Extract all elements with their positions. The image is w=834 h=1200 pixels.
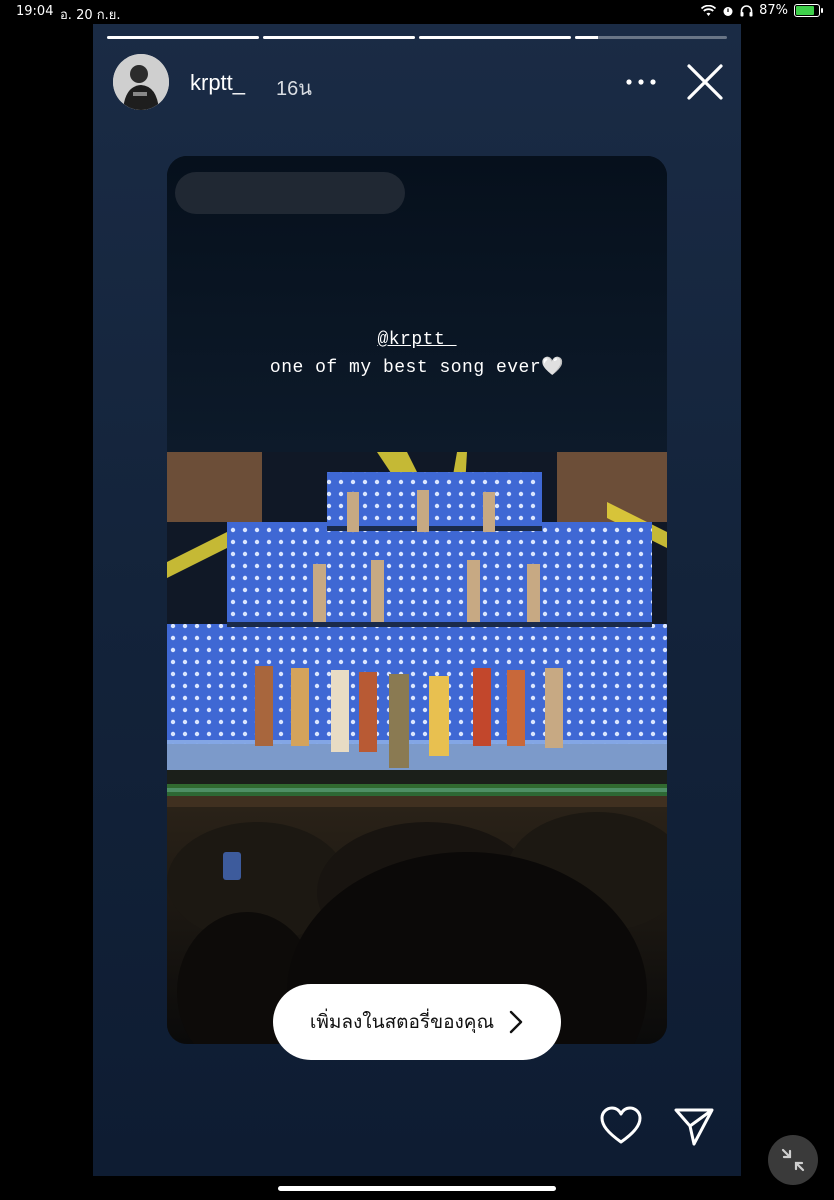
battery-icon (794, 4, 823, 17)
headphones-icon (740, 4, 753, 16)
progress-segment (575, 36, 727, 39)
progress-segment (419, 36, 571, 39)
more-icon[interactable] (621, 72, 661, 92)
progress-segment (263, 36, 415, 39)
avatar[interactable] (113, 54, 169, 110)
story-caption: one of my best song ever🤍 (269, 358, 565, 378)
shrink-icon (781, 1148, 805, 1172)
home-indicator[interactable] (278, 1186, 556, 1191)
concert-photo (167, 452, 667, 1044)
battery-percent: 87% (759, 3, 788, 18)
story-time-ago: 16น (276, 78, 312, 100)
story-username[interactable]: krptt_ (190, 70, 245, 96)
status-icons: 87% (701, 3, 823, 18)
story-viewer[interactable]: krptt_ 16น @krptt_ one of my best song e… (93, 24, 741, 1176)
alarm-icon (723, 6, 733, 16)
chevron-right-icon (509, 1010, 523, 1034)
status-bar: 19:04 อ. 20 ก.ย. 87% (0, 0, 834, 24)
mention-text[interactable]: @krptt_ (167, 330, 667, 350)
add-to-story-label: เพิ่มลงในสตอรี่ของคุณ (309, 1011, 495, 1033)
exit-fullscreen-button[interactable] (768, 1135, 818, 1185)
blurred-username (175, 172, 405, 214)
heart-icon[interactable] (599, 1104, 643, 1148)
story-progress (107, 36, 727, 39)
close-icon[interactable] (685, 62, 725, 102)
status-time: 19:04 (16, 4, 54, 19)
story-header: krptt_ 16น (113, 54, 723, 110)
shared-story-card[interactable]: @krptt_ one of my best song ever🤍 (167, 156, 667, 1044)
add-to-story-button[interactable]: เพิ่มลงในสตอรี่ของคุณ (273, 984, 561, 1060)
status-date: อ. 20 ก.ย. (60, 8, 121, 23)
wifi-icon (701, 4, 717, 16)
card-header-area: @krptt_ one of my best song ever🤍 (167, 156, 667, 452)
send-icon[interactable] (672, 1104, 716, 1148)
progress-segment (107, 36, 259, 39)
